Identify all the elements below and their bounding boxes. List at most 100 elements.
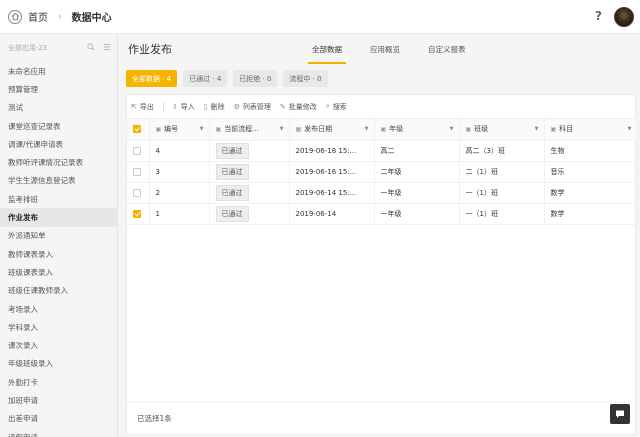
row-select-cell[interactable] bbox=[127, 203, 150, 225]
filter-in-process[interactable]: 流程中 · 0 bbox=[283, 70, 328, 87]
delete-button[interactable]: ▯ 删除 bbox=[204, 102, 225, 112]
filter-bar: 全部数据 · 4 已通过 · 4 已拒绝 · 0 流程中 · 0 bbox=[126, 70, 328, 87]
sidebar-item[interactable]: 考场录入 bbox=[0, 300, 117, 318]
avatar[interactable] bbox=[614, 7, 634, 27]
sidebar-item[interactable]: 教师课表录入 bbox=[0, 245, 117, 263]
import-button[interactable]: ⇩ 导入 bbox=[172, 102, 195, 112]
table-row[interactable]: 4 已通过 2019-06-18 15:... 高二 高二（3）班 生物 bbox=[127, 140, 638, 162]
field-icon: ▣ bbox=[465, 126, 472, 134]
sidebar-item[interactable]: 作业发布 bbox=[0, 208, 117, 227]
cell-date: 2019-06-16 15:... bbox=[289, 161, 375, 183]
table-row[interactable]: 2 已通过 2019-06-14 15:... 一年级 一（1）班 数学 bbox=[127, 182, 638, 204]
pencil-icon: ✎ bbox=[279, 102, 286, 111]
table-row[interactable]: 3 已通过 2019-06-16 15:... 二年级 二（1）班 音乐 bbox=[127, 161, 638, 183]
column-header-label: 科目 bbox=[559, 125, 574, 134]
export-button[interactable]: ⇱ 导出 bbox=[131, 102, 154, 112]
chevron-down-icon[interactable]: ▼ bbox=[535, 126, 539, 132]
chat-button[interactable] bbox=[610, 404, 630, 424]
cell-class: 一（1）班 bbox=[459, 182, 545, 204]
chevron-down-icon[interactable]: ▼ bbox=[365, 126, 369, 132]
column-header-label: 当前流程... bbox=[224, 125, 259, 134]
tab-overview[interactable]: 应用概览 bbox=[356, 34, 414, 64]
breadcrumb-home[interactable]: 首页 bbox=[28, 9, 48, 24]
column-header-id[interactable]: ▣ 编号 ▼ bbox=[149, 119, 210, 141]
cell-date: 2019-06-14 bbox=[289, 203, 375, 225]
sidebar-item[interactable]: 测试 bbox=[0, 99, 117, 117]
filter-all[interactable]: 全部数据 · 4 bbox=[126, 70, 178, 87]
help-icon[interactable]: ? bbox=[595, 9, 602, 23]
column-header-subject[interactable]: ▣ 科目 ▼ bbox=[544, 119, 638, 141]
import-label: 导入 bbox=[180, 102, 195, 111]
row-checkbox[interactable] bbox=[133, 146, 141, 155]
select-all-cell[interactable] bbox=[127, 119, 150, 141]
chevron-down-icon[interactable]: ▼ bbox=[200, 126, 204, 132]
main-content: 作业发布 全部数据 应用概览 自定义报表 全部数据 · 4 已通过 · 4 已拒… bbox=[118, 34, 640, 437]
sidebar-item[interactable]: 预算管理 bbox=[0, 80, 117, 98]
chevron-down-icon[interactable]: ▼ bbox=[450, 126, 454, 132]
table-header-row: ▣ 编号 ▼ ▣ 当前流程... ▼ ▦ 发布日期 ▼ ▣ 年级 ▼ ▣ 班级 ▼ ▣ 科目 ▼ bbox=[127, 119, 638, 141]
cell-class: 一（1）班 bbox=[459, 203, 545, 225]
row-select-cell[interactable] bbox=[127, 161, 150, 183]
sidebar-item[interactable]: 外勤打卡 bbox=[0, 373, 117, 391]
cell-status: 已通过 bbox=[209, 161, 290, 183]
sidebar-item[interactable]: 请假申请 bbox=[0, 428, 117, 437]
status-badge: 已通过 bbox=[215, 205, 249, 222]
status-badge: 已通过 bbox=[215, 163, 249, 180]
search-button[interactable]: ⌕ 搜索 bbox=[326, 102, 347, 112]
column-manage-button[interactable]: ⚙ 列表管理 bbox=[234, 102, 271, 112]
sidebar-item[interactable]: 学科录入 bbox=[0, 318, 117, 336]
sidebar-item[interactable]: 加班申请 bbox=[0, 391, 117, 409]
tab-custom-report[interactable]: 自定义报表 bbox=[414, 34, 480, 64]
sidebar-item[interactable]: 出差申请 bbox=[0, 410, 117, 428]
sidebar-item[interactable]: 班级课表录入 bbox=[0, 263, 117, 281]
filter-rejected[interactable]: 已拒绝 · 0 bbox=[233, 70, 278, 87]
sidebar-item[interactable]: 学生生源信息登记表 bbox=[0, 172, 117, 190]
export-icon: ⇱ bbox=[131, 102, 137, 111]
cell-class: 二（1）班 bbox=[459, 161, 545, 183]
row-select-cell[interactable] bbox=[127, 182, 150, 204]
sidebar-item[interactable]: 调课/代课申请表 bbox=[0, 135, 117, 153]
sidebar-item[interactable]: 监考排班 bbox=[0, 190, 117, 208]
home-icon[interactable] bbox=[8, 9, 22, 24]
column-manage-label: 列表管理 bbox=[242, 102, 271, 111]
cell-status: 已通过 bbox=[209, 140, 290, 162]
column-header-class[interactable]: ▣ 班级 ▼ bbox=[459, 119, 545, 141]
sidebar-item[interactable]: 课次录入 bbox=[0, 336, 117, 354]
sidebar-item[interactable]: 班级任课教师录入 bbox=[0, 282, 117, 300]
breadcrumb-current: 数据中心 bbox=[71, 13, 112, 24]
sidebar-item[interactable]: 教师听评课情况记录表 bbox=[0, 153, 117, 171]
column-header-process[interactable]: ▣ 当前流程... ▼ bbox=[209, 119, 290, 141]
cell-subject: 音乐 bbox=[544, 161, 638, 183]
sidebar-item[interactable]: 未命名应用 bbox=[0, 62, 117, 80]
chevron-down-icon[interactable]: ▼ bbox=[628, 126, 632, 132]
id-icon: ▣ bbox=[155, 126, 162, 134]
chevron-down-icon[interactable]: ▼ bbox=[280, 126, 284, 132]
field-icon: ▣ bbox=[380, 126, 387, 134]
row-checkbox[interactable] bbox=[133, 209, 141, 218]
search-icon[interactable] bbox=[87, 43, 95, 51]
chat-icon bbox=[616, 410, 624, 418]
cell-date: 2019-06-18 15:... bbox=[289, 140, 375, 162]
sidebar-app-count: 全部应用·23 bbox=[8, 44, 48, 52]
row-select-cell[interactable] bbox=[127, 140, 150, 162]
column-header-grade[interactable]: ▣ 年级 ▼ bbox=[374, 119, 460, 141]
cell-grade: 二年级 bbox=[374, 161, 460, 183]
select-all-checkbox[interactable] bbox=[133, 125, 141, 134]
cell-class: 高二（3）班 bbox=[459, 140, 545, 162]
sidebar-item[interactable]: 年级班级录入 bbox=[0, 355, 117, 373]
tab-all-data[interactable]: 全部数据 bbox=[298, 34, 356, 64]
cell-id: 2 bbox=[149, 182, 210, 204]
sidebar: 全部应用·23 未命名应用 预算管理 测试 课堂巡查记录表 调课/代课申请表 教师听评课情… bbox=[0, 34, 118, 437]
main-header: 作业发布 全部数据 应用概览 自定义报表 bbox=[118, 34, 640, 64]
row-checkbox[interactable] bbox=[133, 188, 141, 197]
column-header-date[interactable]: ▦ 发布日期 ▼ bbox=[289, 119, 375, 141]
sidebar-item[interactable]: 外派通知单 bbox=[0, 227, 117, 245]
menu-icon[interactable] bbox=[103, 43, 111, 51]
row-checkbox[interactable] bbox=[133, 167, 141, 176]
table-row[interactable]: 1 已通过 2019-06-14 一年级 一（1）班 数学 bbox=[127, 203, 638, 225]
batch-edit-button[interactable]: ✎ 批量修改 bbox=[280, 102, 317, 112]
column-header-label: 年级 bbox=[389, 125, 404, 134]
filter-approved[interactable]: 已通过 · 4 bbox=[183, 70, 228, 87]
breadcrumb-separator: › bbox=[58, 11, 62, 22]
sidebar-item[interactable]: 课堂巡查记录表 bbox=[0, 117, 117, 135]
